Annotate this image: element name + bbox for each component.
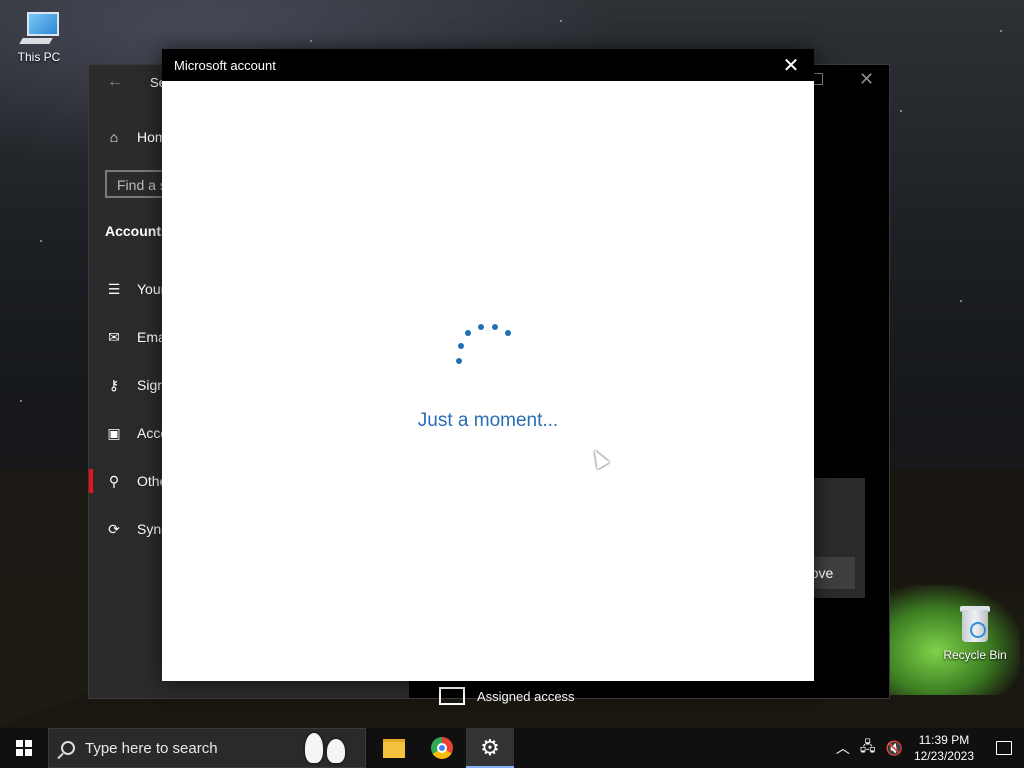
home-icon: ⌂ — [109, 129, 119, 145]
sidebar-item-email[interactable]: ✉ Ema — [105, 328, 166, 346]
clock-date: 12/23/2023 — [913, 749, 974, 763]
windows-logo-icon — [16, 740, 32, 756]
chrome-icon — [431, 737, 453, 759]
chevron-up-icon[interactable]: ︿ — [836, 738, 850, 758]
briefcase-icon: ▣ — [107, 424, 121, 441]
mail-icon: ✉ — [108, 328, 120, 345]
start-button[interactable] — [0, 728, 48, 768]
desktop-icon-recycle-bin[interactable]: Recycle Bin — [940, 604, 1010, 662]
back-arrow-icon[interactable]: ← — [107, 73, 123, 91]
sidebar-item-access[interactable]: ▣ Acce — [105, 424, 168, 442]
loading-spinner-icon — [454, 321, 514, 371]
dialog-title: Microsoft account — [174, 57, 276, 73]
taskbar-settings[interactable]: ⚙ — [466, 728, 514, 768]
sync-icon: ⟳ — [108, 520, 120, 537]
assigned-access-item[interactable]: Assigned access — [439, 687, 575, 705]
gear-icon: ⚙ — [480, 735, 500, 760]
sidebar-item-label: Sign — [137, 377, 166, 393]
section-heading: Accounts — [105, 223, 169, 239]
desktop-icon-label: Recycle Bin — [943, 648, 1007, 662]
sidebar-item-sign-in[interactable]: ⚷ Sign — [105, 376, 166, 394]
sidebar-item-home[interactable]: ⌂ Hom — [105, 129, 167, 145]
taskbar-file-explorer[interactable] — [370, 728, 418, 768]
notification-icon — [996, 741, 1012, 755]
monitor-icon — [439, 687, 465, 705]
taskbar-search-placeholder: Type here to search — [85, 739, 218, 757]
volume-muted-icon[interactable]: 🔇 — [886, 740, 903, 757]
sidebar-item-other-users[interactable]: ⚲ Othe — [105, 472, 168, 490]
assigned-access-label: Assigned access — [477, 688, 575, 704]
person-card-icon: ☰ — [107, 280, 121, 297]
loading-message: Just a moment... — [417, 410, 559, 431]
taskbar-chrome[interactable] — [418, 728, 466, 768]
clock[interactable]: 11:39 PM 12/23/2023 — [914, 732, 974, 764]
sidebar-item-sync[interactable]: ⟳ Sync — [105, 520, 168, 538]
selected-indicator — [89, 469, 93, 493]
settings-close-icon[interactable]: ✕ — [859, 69, 874, 90]
desktop-icon-label: This PC — [17, 50, 61, 64]
search-icon — [61, 741, 75, 755]
computer-icon — [19, 10, 59, 46]
system-tray: ︿ 🖧 🔇 11:39 PM 12/23/2023 — [831, 728, 1024, 768]
taskbar: Type here to search ⚙ ︿ 🖧 🔇 11:39 PM 12/… — [0, 728, 1024, 768]
action-center-button[interactable] — [984, 728, 1024, 768]
close-icon[interactable]: ✕ — [768, 49, 814, 81]
microsoft-account-dialog: Microsoft account ✕ Just a moment... — [162, 49, 814, 681]
dialog-titlebar: Microsoft account ✕ — [162, 49, 814, 81]
taskbar-search-box[interactable]: Type here to search — [48, 728, 366, 768]
sidebar-item-your-info[interactable]: ☰ Your — [105, 280, 166, 298]
clock-time: 11:39 PM — [918, 733, 970, 747]
network-icon[interactable]: 🖧 — [860, 736, 876, 760]
person-add-icon: ⚲ — [108, 472, 120, 489]
key-icon: ⚷ — [108, 376, 120, 393]
desktop-icon-this-pc[interactable]: This PC — [4, 10, 74, 64]
recycle-bin-icon — [958, 604, 992, 644]
folder-icon — [383, 738, 405, 758]
search-highlight-penguins-icon — [295, 731, 351, 765]
